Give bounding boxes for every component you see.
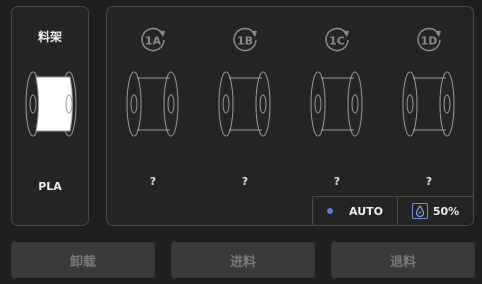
slot-label: 1C [307, 27, 367, 53]
slot-status: ? [333, 175, 341, 188]
slot-refresh-icon: 1B [233, 27, 257, 52]
humidity-indicator[interactable]: 50% [398, 197, 473, 225]
external-rack-panel: 料架 PLA [11, 6, 89, 226]
ams-status-bar: AUTO 50% [312, 196, 473, 225]
rack-title: 料架 [37, 30, 62, 44]
empty-spool-icon [310, 71, 363, 137]
auto-mode-indicator[interactable]: AUTO [313, 197, 398, 225]
slot-refresh-icon: 1C [325, 27, 349, 52]
slot-status: ? [149, 175, 157, 188]
slot-label: 1A [123, 27, 183, 53]
feed-button[interactable]: 进料 [171, 242, 315, 278]
ams-panel: 1A ? 1B ? 1C ? 1D ? AUTO 50% [106, 6, 474, 226]
auto-mode-label: AUTO [349, 204, 383, 218]
empty-spool-icon [402, 71, 455, 137]
retract-button[interactable]: 退料 [331, 242, 475, 278]
svg-text:1C: 1C [329, 35, 345, 48]
slot-status: ? [241, 175, 249, 188]
slot-status: ? [425, 175, 433, 188]
ams-slot-1c[interactable]: 1C ? [307, 7, 367, 197]
humidity-droplet-icon [411, 203, 428, 219]
slot-refresh-icon: 1D [417, 27, 441, 52]
ams-slot-1d[interactable]: 1D ? [399, 7, 459, 197]
ams-slot-1a[interactable]: 1A ? [123, 7, 183, 197]
humidity-value: 50% [432, 204, 460, 218]
svg-text:1B: 1B [237, 35, 253, 48]
slot-refresh-icon: 1A [141, 27, 165, 52]
empty-spool-icon [126, 71, 179, 137]
rack-spool-icon[interactable] [24, 65, 78, 143]
slot-label: 1D [399, 27, 459, 53]
empty-spool-icon [218, 71, 271, 137]
ams-slot-1b[interactable]: 1B ? [215, 7, 275, 197]
auto-dot-icon [327, 208, 334, 214]
slot-label: 1B [215, 27, 275, 53]
svg-text:1D: 1D [421, 35, 438, 48]
rack-material-label: PLA [38, 180, 62, 193]
unload-button[interactable]: 卸载 [11, 242, 155, 278]
svg-text:1A: 1A [145, 35, 162, 48]
